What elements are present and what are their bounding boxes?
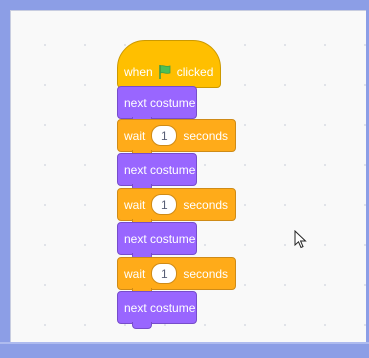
frame-bottom-edge bbox=[0, 342, 369, 358]
next-costume-block[interactable]: next costume bbox=[117, 153, 197, 191]
block-label: next costume bbox=[124, 300, 196, 315]
next-costume-block[interactable]: next costume bbox=[117, 222, 197, 260]
seconds-input[interactable]: 1 bbox=[151, 125, 178, 146]
green-flag-icon bbox=[158, 64, 171, 79]
wait-seconds-block[interactable]: wait 1 seconds bbox=[117, 119, 236, 157]
block-label: next costume bbox=[124, 231, 196, 246]
block-label-seconds: seconds bbox=[183, 266, 229, 281]
seconds-input[interactable]: 1 bbox=[151, 194, 178, 215]
mouse-pointer-icon bbox=[294, 230, 307, 249]
wait-seconds-block[interactable]: wait 1 seconds bbox=[117, 257, 236, 295]
next-costume-block[interactable]: next costume bbox=[117, 86, 197, 124]
hat-label-clicked: clicked bbox=[176, 64, 214, 79]
block-label-wait: wait bbox=[124, 266, 146, 281]
block-label: next costume bbox=[124, 95, 196, 110]
block-label-seconds: seconds bbox=[183, 128, 229, 143]
block-label-wait: wait bbox=[124, 197, 146, 212]
when-flag-clicked-block[interactable]: when clicked bbox=[117, 40, 221, 93]
hat-label-when: when bbox=[124, 64, 153, 79]
window-frame: when clicked next costume wait 1 seconds… bbox=[0, 0, 369, 358]
seconds-input[interactable]: 1 bbox=[151, 263, 178, 284]
frame-bottom-rule bbox=[0, 342, 369, 344]
wait-seconds-block[interactable]: wait 1 seconds bbox=[117, 188, 236, 226]
next-costume-block[interactable]: next costume bbox=[117, 291, 197, 329]
block-label-wait: wait bbox=[124, 128, 146, 143]
block-label-seconds: seconds bbox=[183, 197, 229, 212]
block-label: next costume bbox=[124, 162, 196, 177]
